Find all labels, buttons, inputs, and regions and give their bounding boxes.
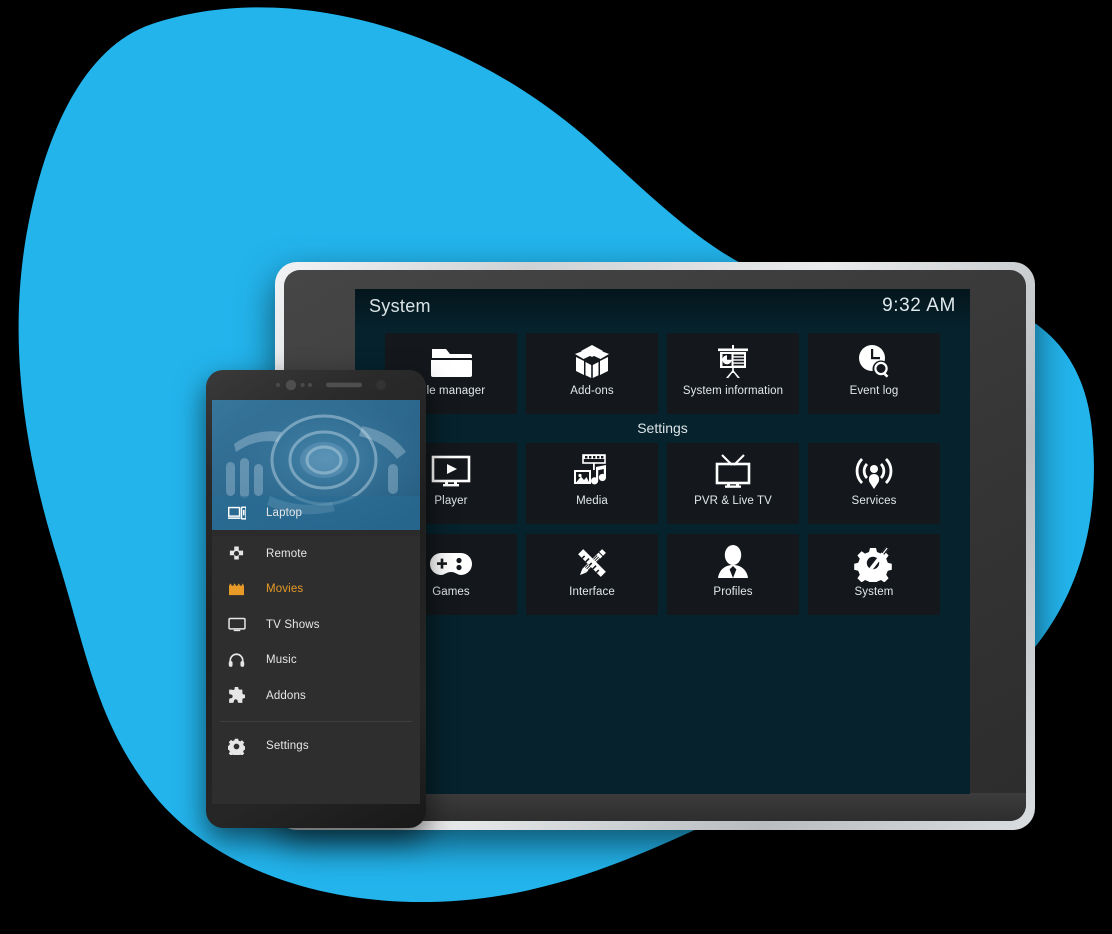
phone-item-label: Laptop: [266, 507, 303, 519]
kodi-header-bar: [355, 289, 970, 329]
tile-add-ons[interactable]: Add-ons: [526, 333, 658, 414]
tile-interface[interactable]: Interface: [526, 534, 658, 615]
settings-section-label: Settings: [637, 420, 688, 436]
tv-monitor-icon: [228, 617, 254, 632]
top-tile-row: File manager Add-ons System information …: [355, 333, 970, 414]
tile-label: Services: [851, 495, 897, 507]
phone-item-label: Movies: [266, 583, 304, 596]
tile-label: Interface: [569, 586, 615, 598]
monitor-play-icon: [430, 452, 472, 492]
kodi-system-screen: System 9:32 AM File manager Add-ons Syst…: [355, 289, 970, 794]
phone-sensor-cluster: [275, 379, 386, 391]
phone-item-label: TV Shows: [266, 618, 320, 631]
tile-label: System information: [682, 385, 784, 397]
clock-label: 9:32 AM: [882, 295, 956, 316]
phone-item-music[interactable]: Music: [212, 643, 420, 679]
page-title: System: [369, 296, 431, 316]
dpad-icon: [228, 545, 254, 562]
clapperboard-icon: [228, 582, 254, 597]
tile-media[interactable]: Media: [526, 443, 658, 524]
phone-item-tv-shows[interactable]: TV Shows: [212, 607, 420, 643]
gear-wrench-icon: [854, 543, 894, 583]
phone-item-label: Addons: [266, 689, 306, 702]
tile-event-log[interactable]: Event log: [808, 333, 940, 414]
tile-label: Profiles: [713, 586, 753, 598]
broadcast-person-icon: [855, 452, 893, 492]
phone-item-laptop[interactable]: Laptop: [212, 496, 420, 530]
laptop-screen: System 9:32 AM File manager Add-ons Syst…: [355, 289, 970, 794]
tile-profiles[interactable]: Profiles: [667, 534, 799, 615]
open-box-icon: [572, 342, 612, 382]
phone-item-label: Settings: [266, 740, 309, 753]
tile-label: System: [854, 586, 894, 598]
tile-services[interactable]: Services: [808, 443, 940, 524]
settings-tile-row-2: Games Interface Profiles System: [355, 534, 970, 615]
settings-tile-row-1: Player Media PVR & Live TV Services: [355, 443, 970, 524]
phone-menu-list: Remote Movies TV Shows Music Addons Sett…: [212, 536, 420, 804]
tile-label: File manager: [416, 385, 486, 397]
puzzle-piece-icon: [228, 687, 254, 704]
tile-label: Games: [432, 586, 470, 598]
phone-device: Laptop Remote Movies TV Shows Music Addo…: [206, 370, 426, 828]
phone-screen: Laptop Remote Movies TV Shows Music Addo…: [212, 400, 420, 804]
tile-system[interactable]: System: [808, 534, 940, 615]
pencil-ruler-icon: [573, 543, 611, 583]
front-camera-icon: [285, 379, 297, 391]
earpiece-speaker-icon: [326, 382, 362, 388]
phone-item-label: Music: [266, 654, 297, 667]
television-icon: [712, 452, 754, 492]
tile-system-information[interactable]: System information: [667, 333, 799, 414]
kodi-tile-grid: File manager Add-ons System information …: [355, 333, 970, 615]
phone-header: Laptop: [212, 400, 420, 530]
laptop-phone-icon: [228, 505, 254, 521]
phone-item-label: Remote: [266, 547, 308, 560]
phone-item-remote[interactable]: Remote: [212, 536, 420, 572]
presentation-chart-icon: [714, 342, 752, 382]
clock-search-icon: [855, 342, 893, 382]
sensor-dot-icon: [300, 382, 305, 388]
phone-item-addons[interactable]: Addons: [212, 678, 420, 714]
phone-item-settings[interactable]: Settings: [212, 729, 420, 765]
tile-pvr-live-tv[interactable]: PVR & Live TV: [667, 443, 799, 524]
sensor-dot-icon: [307, 382, 313, 388]
gear-icon: [228, 738, 254, 755]
gamepad-icon: [429, 543, 473, 583]
headphones-icon: [228, 652, 254, 668]
folder-icon: [430, 342, 472, 382]
sensor-dot-icon: [275, 382, 281, 388]
tile-label: Add-ons: [570, 385, 614, 397]
tile-label: Media: [576, 495, 608, 507]
person-icon: [715, 543, 751, 583]
tile-label: Player: [434, 495, 468, 507]
proximity-sensor-icon: [376, 380, 386, 390]
phone-item-movies[interactable]: Movies: [212, 572, 420, 608]
menu-divider: [220, 720, 412, 722]
tile-label: PVR & Live TV: [694, 495, 772, 507]
photo-music-film-icon: [572, 452, 612, 492]
tile-label: Event log: [849, 385, 899, 397]
